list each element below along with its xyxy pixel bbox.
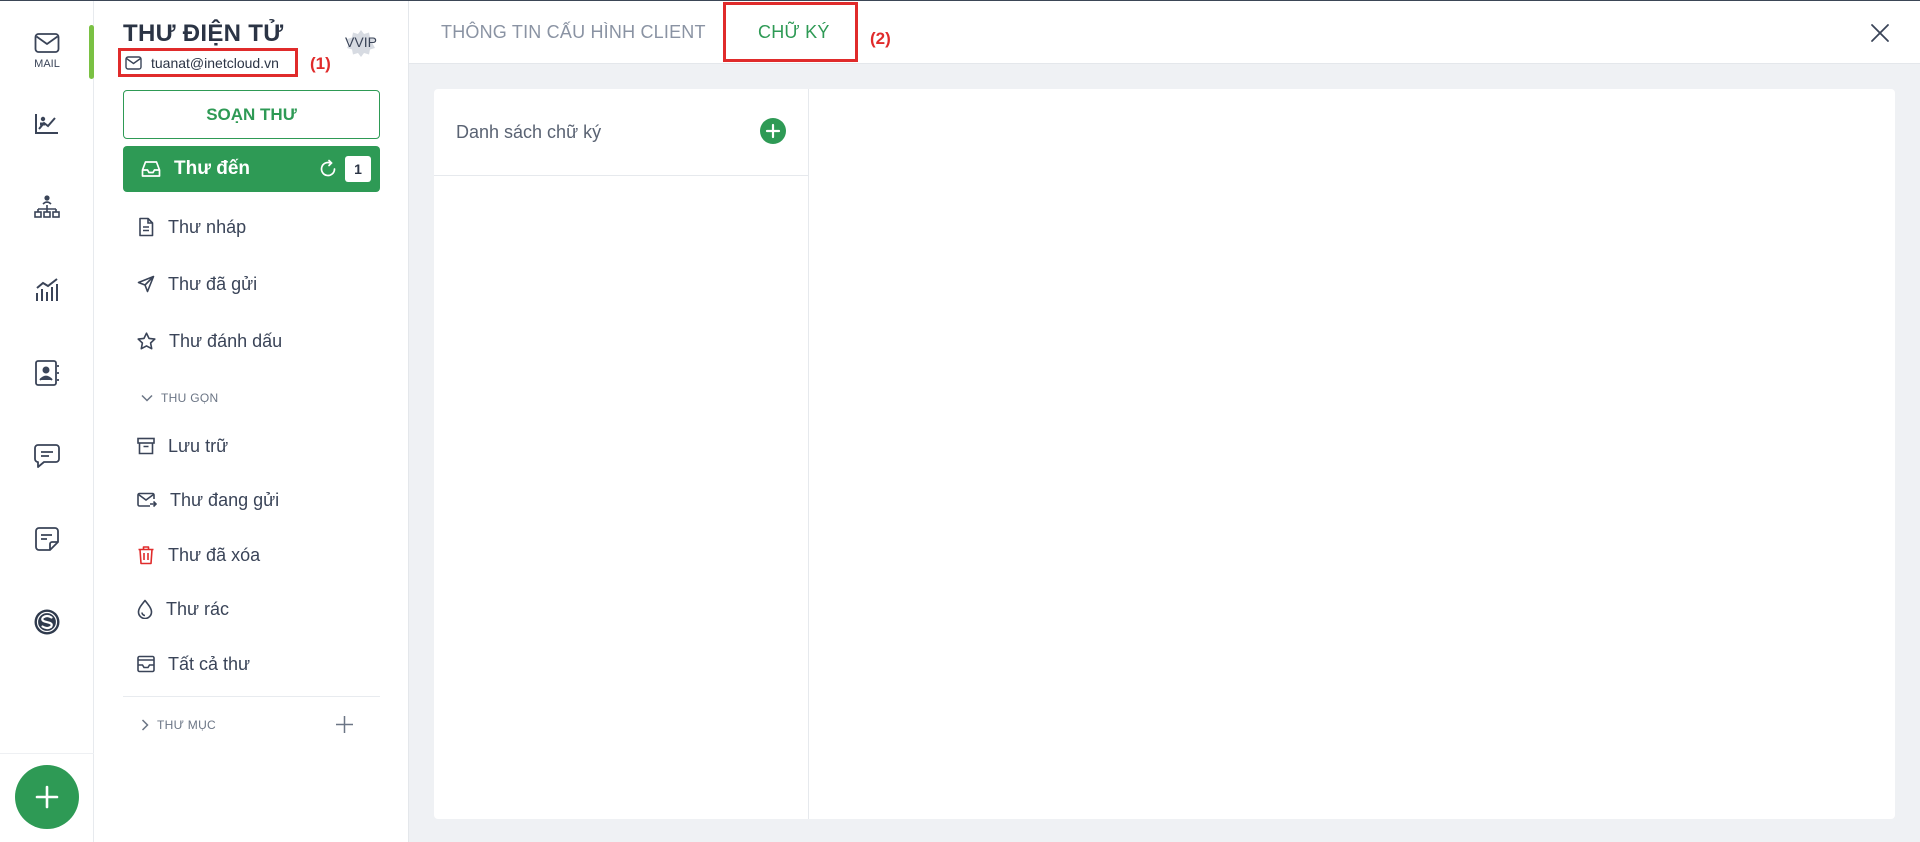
folder-sent[interactable]: Thư đã gửi: [137, 269, 257, 299]
sidebar-divider: [123, 696, 380, 697]
compose-button[interactable]: SOẠN THƯ: [123, 90, 380, 139]
rail-item-mail[interactable]: MAIL: [0, 23, 94, 79]
contact-book-icon: [35, 360, 59, 386]
chart-line-icon: [35, 114, 58, 134]
trash-icon: [138, 546, 154, 565]
bar-chart-icon: [36, 278, 58, 301]
folder-trash-label: Thư đã xóa: [168, 544, 261, 565]
chat-icon: [34, 444, 60, 468]
rail-separator: [0, 753, 94, 754]
folder-spam-label: Thư rác: [166, 598, 230, 619]
folder-outbox-label: Thư đang gửi: [170, 489, 280, 510]
custom-folders-label: THƯ MỤC: [157, 718, 217, 732]
settings-tabs: THÔNG TIN CẤU HÌNH CLIENT CHỮ KÝ (2): [409, 1, 1920, 64]
send-icon: [137, 275, 155, 293]
tab-signature[interactable]: CHỮ KÝ: [758, 1, 830, 64]
tab-client-config[interactable]: THÔNG TIN CẤU HÌNH CLIENT: [441, 1, 706, 64]
folder-inbox-label: Thư đến: [174, 158, 251, 179]
add-folder-button[interactable]: [335, 715, 354, 734]
signature-list: Danh sách chữ ký: [434, 89, 809, 819]
outbox-icon: [137, 492, 157, 508]
folder-all-mail-label: Tất cả thư: [168, 653, 251, 674]
rail-add-button[interactable]: [15, 765, 79, 829]
chevron-right-icon: [141, 719, 149, 731]
rail-item-chat[interactable]: [0, 428, 94, 484]
rail-item-org[interactable]: [0, 179, 94, 235]
rail-item-brand[interactable]: [0, 594, 94, 650]
hierarchy-icon: [34, 195, 60, 218]
plus-icon: [765, 123, 781, 139]
folder-all-mail[interactable]: Tất cả thư: [137, 649, 250, 679]
draft-icon: [139, 217, 154, 237]
annotation-2: (2): [870, 29, 891, 48]
rail-item-contacts[interactable]: [0, 345, 94, 401]
rail-item-notes[interactable]: [0, 511, 94, 567]
inbox-unread-count: 1: [345, 156, 371, 182]
spam-icon: [137, 599, 153, 619]
signature-list-header: Danh sách chữ ký: [434, 89, 809, 176]
note-icon: [35, 527, 59, 551]
folder-drafts-label: Thư nháp: [168, 216, 247, 237]
folder-sent-label: Thư đã gửi: [168, 273, 258, 294]
rail-item-analytics[interactable]: [0, 96, 94, 152]
app-rail: MAIL: [0, 1, 94, 842]
archive-icon: [137, 437, 155, 455]
settings-area: THÔNG TIN CẤU HÌNH CLIENT CHỮ KÝ (2) Dan…: [409, 1, 1920, 842]
all-mail-icon: [137, 655, 155, 673]
collapse-label: THU GỌN: [161, 391, 219, 405]
inbox-icon: [141, 161, 161, 177]
signature-list-title: Danh sách chữ ký: [456, 122, 602, 142]
folder-starred-label: Thư đánh dấu: [169, 330, 283, 351]
folder-starred[interactable]: Thư đánh dấu: [137, 326, 282, 356]
folder-archive[interactable]: Lưu trữ: [137, 431, 228, 461]
mail-sidebar: THƯ ĐIỆN TỬ VVIP tuanat@inetcloud.vn (1)…: [95, 1, 409, 842]
plus-icon: [336, 716, 353, 733]
close-icon: [1871, 24, 1889, 42]
chevron-down-icon: [141, 394, 153, 402]
close-button[interactable]: [1868, 21, 1892, 45]
mail-icon: [34, 33, 60, 53]
account-email-text: tuanat@inetcloud.vn: [151, 54, 279, 71]
refresh-icon[interactable]: [318, 159, 338, 179]
folder-outbox[interactable]: Thư đang gửi: [137, 485, 279, 515]
envelope-icon: [125, 55, 142, 70]
rail-item-reports[interactable]: [0, 262, 94, 318]
folder-inbox[interactable]: Thư đến 1: [123, 146, 380, 192]
custom-folders-toggle[interactable]: THƯ MỤC: [141, 715, 216, 735]
star-icon: [137, 332, 156, 350]
folder-spam[interactable]: Thư rác: [137, 594, 229, 624]
s-logo-icon: [34, 609, 60, 635]
collapse-toggle[interactable]: THU GỌN: [141, 388, 218, 408]
app-title: THƯ ĐIỆN TỬ: [123, 20, 284, 47]
signature-panel: Danh sách chữ ký: [434, 89, 1895, 819]
annotation-1: (1): [310, 54, 331, 73]
folder-trash[interactable]: Thư đã xóa: [137, 540, 260, 570]
folder-drafts[interactable]: Thư nháp: [137, 212, 246, 242]
account-email[interactable]: tuanat@inetcloud.vn: [118, 48, 298, 77]
plus-icon: [35, 785, 59, 809]
vvip-text: VVIP: [345, 34, 377, 50]
vvip-badge: VVIP: [345, 28, 377, 60]
folder-archive-label: Lưu trữ: [168, 435, 229, 456]
add-signature-button[interactable]: [760, 118, 786, 144]
rail-item-label: MAIL: [34, 58, 60, 70]
